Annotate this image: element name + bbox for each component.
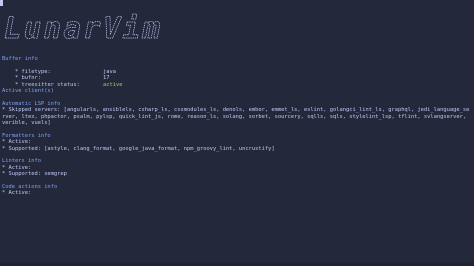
bufnr-value: 17 (102, 75, 110, 82)
lsp-info-panel: Buffer info * filetype: java * bufnr: 17 *… (2, 56, 472, 197)
code-actions-active: * Active: (2, 190, 32, 197)
treesitter-status: active (102, 81, 123, 88)
logo-text: LunarVim (4, 11, 161, 45)
lunarvim-logo: LunarVim (4, 11, 161, 46)
text-cursor (0, 0, 3, 6)
skipped-servers-list: * Skipped servers: [angularls, ansiblels… (2, 107, 470, 126)
filetype-value: java (102, 68, 116, 75)
status-bar (0, 262, 474, 266)
